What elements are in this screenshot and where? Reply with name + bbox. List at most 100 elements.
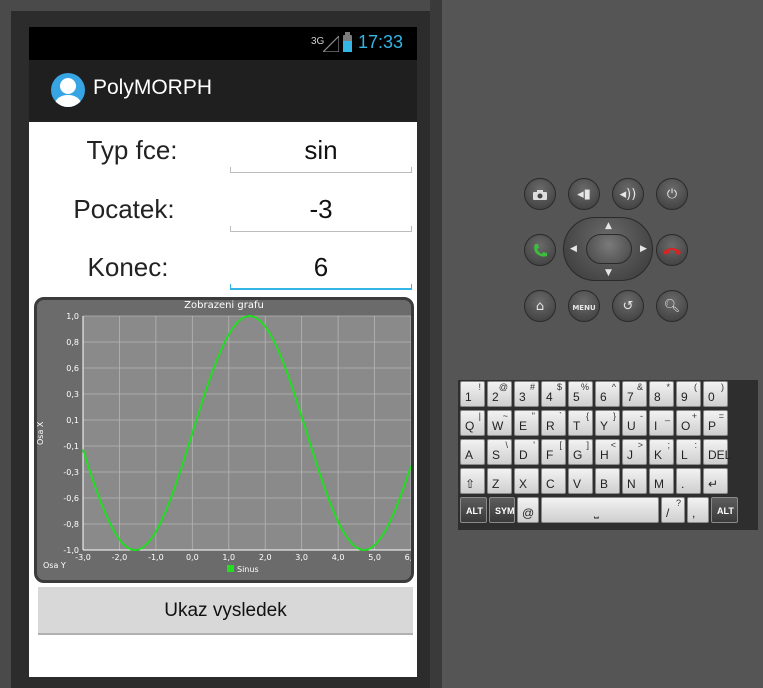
dpad-center-button[interactable]	[586, 234, 632, 264]
key-sym[interactable]: SYM	[489, 497, 515, 523]
key-alt[interactable]: ALT	[711, 497, 738, 523]
key-8[interactable]: 8 *	[649, 381, 674, 407]
key-r[interactable]: R `	[541, 410, 566, 436]
x-tick-label: 4,0	[332, 553, 345, 562]
panel-divider	[430, 0, 442, 688]
key-4[interactable]: 4 $	[541, 381, 566, 407]
signal-icon	[323, 36, 339, 52]
key-u8679[interactable]: ⇧	[460, 468, 485, 494]
y-tick-label: 1,0	[66, 312, 79, 321]
key-0[interactable]: 0)	[703, 381, 728, 407]
key-a[interactable]: A	[460, 439, 485, 465]
key-6[interactable]: 6 ^	[595, 381, 620, 407]
key-label: 6	[600, 390, 607, 404]
key-q[interactable]: Q |	[460, 410, 485, 436]
key-2[interactable]: 2 @	[487, 381, 512, 407]
key-o[interactable]: O +	[676, 410, 701, 436]
key-alt-label: :	[694, 440, 697, 450]
call-button[interactable]	[524, 234, 556, 266]
key-3[interactable]: 3 #	[514, 381, 539, 407]
key-g[interactable]: G]	[568, 439, 593, 465]
key-y[interactable]: Y}	[595, 410, 620, 436]
key-alt-label: {	[585, 411, 589, 421]
key-5[interactable]: 5%	[568, 381, 593, 407]
camera-button[interactable]	[524, 178, 556, 210]
power-button[interactable]: ⏻	[656, 178, 688, 210]
key-m[interactable]: M	[649, 468, 674, 494]
key-f[interactable]: F[	[541, 439, 566, 465]
volume-down-button[interactable]: ◂▮	[568, 178, 600, 210]
back-button[interactable]: ↺	[612, 290, 644, 322]
key-label: ↵	[708, 477, 719, 491]
key-x[interactable]: X	[514, 468, 539, 494]
input-pocatek[interactable]: -3	[230, 188, 412, 232]
key-1[interactable]: 1!	[460, 381, 485, 407]
menu-button[interactable]: MENU	[568, 290, 600, 322]
dpad-down-icon: ▼	[605, 268, 612, 278]
x-tick-label: 2,0	[259, 553, 272, 562]
key-7[interactable]: 7 &	[622, 381, 647, 407]
key-t[interactable]: T{	[568, 410, 593, 436]
key-u8629[interactable]: ↵	[703, 468, 728, 494]
key-u47[interactable]: /?	[661, 497, 685, 523]
search-button[interactable]: 🔍︎	[656, 290, 688, 322]
clock: 17:33	[358, 32, 404, 52]
key-alt-label: #	[529, 382, 535, 392]
key-u[interactable]: U-	[622, 410, 647, 436]
key-s[interactable]: S \	[487, 439, 512, 465]
menu-label: MENU	[572, 304, 596, 312]
key-label: 8	[654, 390, 661, 404]
key-alt-label: @	[498, 382, 508, 392]
key-alt-label: _	[664, 411, 670, 421]
key-del[interactable]: DEL	[703, 439, 731, 465]
key-b[interactable]: B	[595, 468, 620, 494]
key-c[interactable]: C	[541, 468, 566, 494]
label-konec: Konec:	[87, 252, 169, 282]
key-alt-label: =	[718, 411, 724, 421]
volume-up-button[interactable]: ◂))	[612, 178, 644, 210]
key-label: V	[573, 477, 582, 491]
dpad[interactable]: ▲ ▼ ◀ ▶	[563, 217, 653, 281]
key-n[interactable]: N	[622, 468, 647, 494]
key-label: 3	[519, 390, 526, 404]
y-tick-label: -0,1	[63, 442, 79, 451]
input-konec[interactable]: 6	[230, 246, 412, 290]
volume-up-icon: ◂))	[619, 187, 637, 202]
key-u44[interactable]: ,	[687, 497, 709, 523]
key-i[interactable]: I _	[649, 410, 674, 436]
key-label: J	[627, 448, 633, 462]
key-e[interactable]: E "	[514, 410, 539, 436]
end-call-button[interactable]	[656, 234, 688, 266]
key-z[interactable]: Z	[487, 468, 512, 494]
input-typ-fce[interactable]: sin	[230, 129, 412, 173]
key-label: /	[666, 506, 670, 520]
key-alt-label: ^	[611, 382, 616, 392]
x-tick-label: 1,0	[222, 553, 235, 562]
key-v[interactable]: V	[568, 468, 593, 494]
key-alt-label: [	[559, 440, 562, 450]
key-w[interactable]: W ~	[487, 410, 512, 436]
key-u46[interactable]: .	[676, 468, 701, 494]
key-j[interactable]: J >	[622, 439, 647, 465]
key-u64[interactable]: @	[517, 497, 539, 523]
show-result-button[interactable]: Ukaz vysledek	[38, 587, 413, 635]
key-label: ALT	[717, 506, 734, 516]
key-label: A	[465, 448, 474, 462]
key-k[interactable]: K;	[649, 439, 674, 465]
key-space[interactable]: ⎵	[541, 497, 659, 523]
key-label: W	[492, 419, 504, 433]
key-h[interactable]: H <	[595, 439, 620, 465]
app-title: PolyMORPH	[93, 76, 213, 99]
y-tick-label: -1,0	[63, 546, 79, 555]
key-alt[interactable]: ALT	[460, 497, 487, 523]
app-icon[interactable]	[51, 73, 85, 107]
key-p[interactable]: P =	[703, 410, 728, 436]
x-tick-label: 5,0	[368, 553, 381, 562]
key-l[interactable]: L:	[676, 439, 701, 465]
home-button[interactable]: ⌂	[524, 290, 556, 322]
key-alt-label: >	[637, 440, 643, 450]
key-alt-label: %	[580, 382, 589, 392]
key-d[interactable]: D '	[514, 439, 539, 465]
key-9[interactable]: 9(	[676, 381, 701, 407]
key-alt-label: ]	[586, 440, 589, 450]
